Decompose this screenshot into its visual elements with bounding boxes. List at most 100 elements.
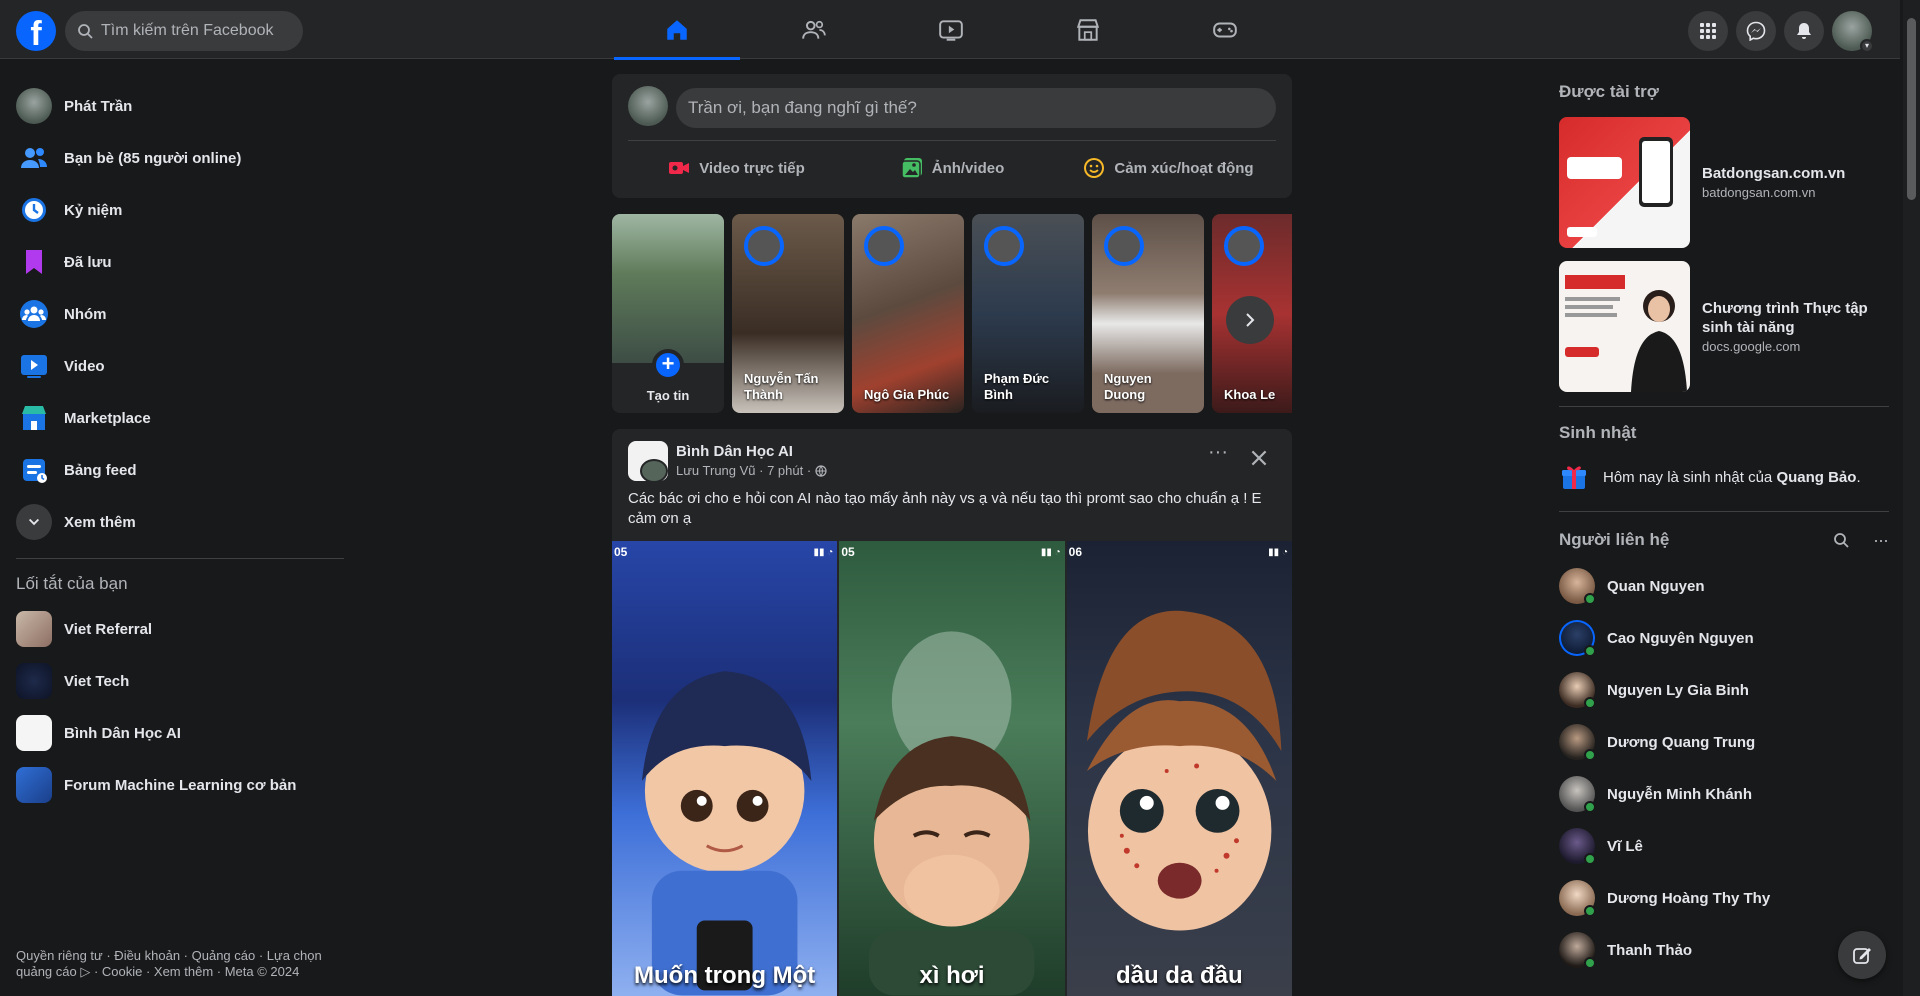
contact-name: Quan Nguyen (1607, 577, 1705, 595)
ad-domain: docs.google.com (1702, 338, 1801, 354)
scrollbar-thumb[interactable] (1907, 18, 1916, 200)
contact-item[interactable]: Dương Quang Trung (1550, 716, 1890, 768)
video-icon (939, 19, 963, 41)
facebook-logo-icon[interactable]: f (16, 11, 56, 51)
story-card[interactable]: Ngô Gia Phúc (852, 214, 964, 413)
contacts-header: Người liên hệ ··· (1550, 520, 1890, 560)
stories-next-button[interactable] (1226, 296, 1274, 344)
search-icon[interactable] (1833, 532, 1849, 548)
stories-tray: + Tạo tin Nguyễn Tấn Thành Ngô Gia Phúc … (612, 214, 1292, 413)
online-status-dot (1584, 697, 1596, 709)
story-avatar (984, 226, 1024, 266)
gift-icon (1562, 466, 1586, 489)
contact-item[interactable]: Quan Nguyen (1550, 560, 1890, 612)
story-card[interactable]: Phạm Đức Bình (972, 214, 1084, 413)
menu-button[interactable] (1688, 11, 1728, 51)
sidebar-item-video[interactable]: Video (8, 340, 344, 392)
composer-input[interactable]: Trần ơi, bạn đang nghĩ gì thế? (676, 88, 1276, 128)
sidebar-item-groups[interactable]: Nhóm (8, 288, 344, 340)
contact-item[interactable]: Dương Hoàng Thy Thy (1550, 872, 1890, 924)
sponsored-ad[interactable]: Batdongsan.com.vn batdongsan.com.vn (1550, 110, 1890, 254)
notifications-button[interactable] (1784, 11, 1824, 51)
shortcut-viet-tech[interactable]: Viet Tech (8, 655, 344, 707)
create-story-card[interactable]: + Tạo tin (612, 214, 724, 413)
post-images: 05 ▮▮ ◔ Muốn trong Một 05 ▮▮ ◔ xì hơi 06… (612, 541, 1292, 996)
tab-home[interactable] (614, 0, 740, 60)
messenger-icon (1746, 21, 1766, 41)
photo-icon (900, 158, 922, 179)
contact-name: Cao Nguyên Nguyen (1607, 629, 1754, 647)
sidebar-item-memories[interactable]: Kỷ niệm (8, 184, 344, 236)
photo-video-button[interactable]: Ảnh/video (844, 146, 1060, 190)
story-name: Nguyen Duong (1104, 371, 1152, 402)
feeling-activity-button[interactable]: Cảm xúc/hoạt động (1060, 146, 1276, 190)
new-message-button[interactable] (1838, 931, 1886, 979)
live-video-button[interactable]: Video trực tiếp (628, 146, 844, 190)
ad-info: Chương trình Thực tập sinh tài năng docs… (1702, 299, 1890, 354)
story-card[interactable]: Nguyen Duong (1092, 214, 1204, 413)
page-scrollbar[interactable] (1903, 0, 1920, 996)
composer-actions: Video trực tiếp Ảnh/video Cảm xúc/hoạt đ… (628, 146, 1276, 190)
story-avatar (864, 226, 904, 266)
post-image[interactable]: 05 ▮▮ ◔ xì hơi (839, 541, 1065, 996)
avatar[interactable] (628, 86, 668, 126)
image-caption: xì hơi (919, 962, 985, 989)
footer-links[interactable]: Quyền riêng tư · Điều khoản · Quảng cáo … (16, 948, 336, 980)
tab-gaming[interactable] (1162, 0, 1288, 59)
birthday-person[interactable]: Quang Bảo (1776, 469, 1856, 486)
close-icon[interactable] (1248, 447, 1270, 469)
shortcut-forum-ml[interactable]: Forum Machine Learning cơ bản (8, 759, 344, 811)
gaming-icon (1213, 22, 1237, 37)
post-author[interactable]: Bình Dân Học AI (676, 443, 793, 460)
more-options-icon[interactable]: ··· (1204, 442, 1232, 467)
sidebar-item-feeds[interactable]: Bảng feed (8, 444, 344, 496)
globe-icon (815, 465, 827, 477)
online-status-dot (1584, 645, 1596, 657)
tab-video[interactable] (888, 0, 1014, 59)
feed-post: Bình Dân Học AI Lưu Trung Vũ · 7 phút · … (612, 429, 1292, 996)
ad-info: Batdongsan.com.vn batdongsan.com.vn (1702, 164, 1845, 200)
video-icon (21, 355, 47, 378)
notifications-bell-icon (1797, 23, 1811, 39)
account-avatar[interactable]: ▾ (1832, 11, 1874, 53)
more-options-icon[interactable]: ··· (1873, 530, 1889, 551)
sidebar-item-see-more[interactable]: Xem thêm (8, 496, 344, 548)
sidebar-item-label: Đã lưu (64, 253, 112, 271)
contact-item[interactable]: Cao Nguyên Nguyen (1550, 612, 1890, 664)
avatar (1559, 620, 1596, 657)
sidebar-item-label: Bảng feed (64, 461, 137, 479)
contact-name: Dương Hoàng Thy Thy (1607, 889, 1771, 907)
sidebar-item-marketplace[interactable]: Marketplace (8, 392, 344, 444)
story-card[interactable]: Nguyễn Tấn Thành (732, 214, 844, 413)
tab-marketplace[interactable] (1025, 0, 1151, 59)
groups-icon (20, 300, 48, 328)
marketplace-icon-wrap (16, 400, 52, 436)
post-composer: Trần ơi, bạn đang nghĩ gì thế? Video trự… (612, 74, 1292, 198)
post-image[interactable]: 05 ▮▮ ◔ Muốn trong Một (612, 541, 838, 996)
search-input[interactable] (101, 22, 291, 40)
group-avatar[interactable] (628, 441, 668, 483)
online-status-dot (1584, 905, 1596, 917)
sidebar-item-label: Xem thêm (64, 513, 136, 531)
story-avatar (1224, 226, 1264, 266)
sponsored-ad[interactable]: Chương trình Thực tập sinh tài năng docs… (1550, 254, 1890, 398)
sidebar-item-saved[interactable]: Đã lưu (8, 236, 344, 288)
contact-item[interactable]: Nguyễn Minh Khánh (1550, 768, 1890, 820)
sidebar-item-friends[interactable]: Bạn bè (85 người online) (8, 132, 344, 184)
post-text: Các bác ơi cho e hỏi con AI nào tạo mấy … (628, 490, 1262, 527)
story-name: Nguyễn Tấn Thành (744, 371, 819, 402)
contact-item[interactable]: Nguyen Ly Gia Binh (1550, 664, 1890, 716)
sidebar-item-profile[interactable]: Phát Trần (8, 80, 344, 132)
avatar (1559, 672, 1596, 709)
shortcut-binh-dan-hoc-ai[interactable]: Bình Dân Học AI (8, 707, 344, 759)
birthday-item[interactable]: Hôm nay là sinh nhật của Quang Bảo. (1550, 451, 1890, 503)
tab-friends[interactable] (751, 0, 877, 59)
shortcut-viet-referral[interactable]: Viet Referral (8, 603, 344, 655)
sidebar-item-label: Kỷ niệm (64, 201, 123, 219)
story-name: Phạm Đức Bình (984, 371, 1050, 402)
messenger-button[interactable] (1736, 11, 1776, 51)
post-image[interactable]: 06 ▮▮ ◔ dầu da đầu (1066, 541, 1292, 996)
search-box[interactable] (65, 11, 303, 51)
contact-item[interactable]: Vĩ Lê (1550, 820, 1890, 872)
create-story-image (612, 214, 724, 363)
